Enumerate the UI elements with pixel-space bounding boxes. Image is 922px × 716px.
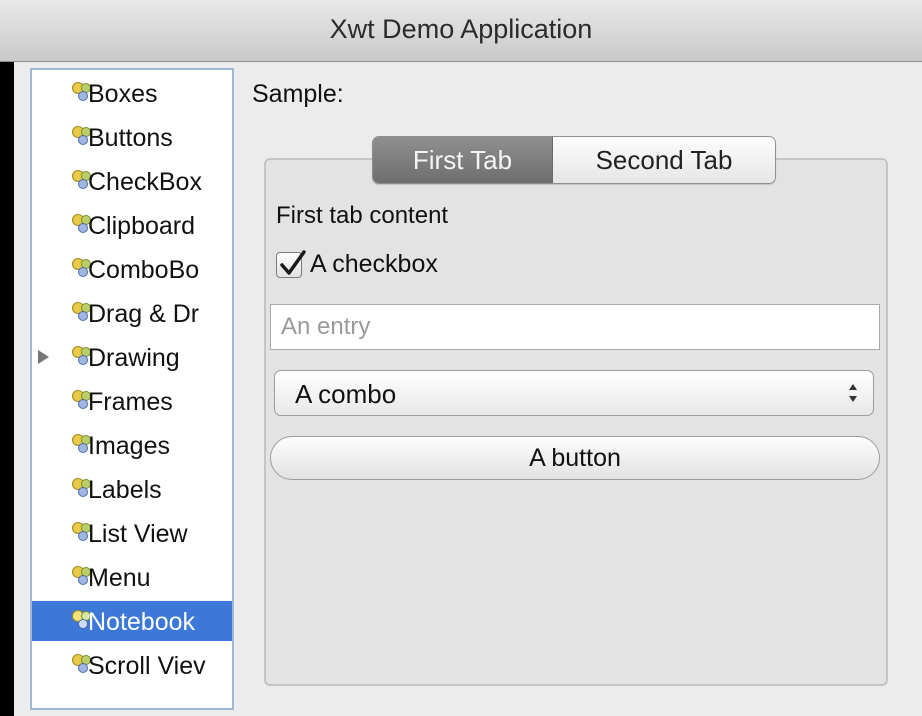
tab-content-label: First tab content — [276, 202, 449, 229]
combo-box[interactable]: A combo — [274, 370, 874, 416]
sidebar-item-label: Frames — [88, 388, 173, 416]
sidebar-item[interactable]: ComboBo — [32, 249, 232, 289]
checkmark-icon — [280, 249, 306, 275]
title-bar[interactable]: Xwt Demo Application — [0, 0, 922, 62]
checkbox[interactable] — [276, 249, 306, 278]
notebook-tabs: First Tab Second Tab — [372, 136, 776, 184]
sidebar-item[interactable]: Buttons — [32, 117, 232, 157]
sidebar-item-label: Notebook — [88, 608, 196, 636]
window-title: Xwt Demo Application — [329, 14, 593, 44]
sidebar-item[interactable]: CheckBox — [32, 161, 232, 201]
sidebar-item-label: Buttons — [88, 124, 173, 152]
sidebar-item-label: Drawing — [88, 344, 180, 372]
sidebar-item[interactable]: Labels — [32, 469, 232, 509]
sidebar-item-label: Images — [88, 432, 170, 460]
entry-field[interactable] — [270, 304, 880, 350]
sidebar-item-label: ComboBo — [88, 256, 200, 284]
up-down-arrows-icon — [849, 384, 857, 402]
sidebar-item[interactable]: Drag & Dr — [32, 293, 232, 333]
sidebar-item[interactable]: List View — [32, 513, 232, 553]
tab-first[interactable]: First Tab — [373, 137, 553, 183]
sidebar-item[interactable]: Drawing — [32, 337, 232, 377]
sidebar-item-label: Boxes — [88, 80, 158, 108]
sidebar-item[interactable]: Images — [32, 425, 232, 465]
sidebar-item[interactable]: Notebook — [32, 601, 232, 641]
combo-value: A combo — [295, 379, 397, 409]
sidebar-item-label: Menu — [88, 564, 151, 592]
disclosure-triangle-icon[interactable] — [38, 350, 49, 364]
sidebar-item-label: List View — [88, 520, 188, 548]
sample-label: Sample: — [252, 80, 344, 108]
checkbox-row[interactable]: A checkbox — [276, 249, 438, 279]
sidebar-item[interactable]: Frames — [32, 381, 232, 421]
sidebar-item-label: Labels — [88, 476, 162, 504]
a-button[interactable]: A button — [270, 436, 880, 480]
sidebar-item[interactable]: Menu — [32, 557, 232, 597]
checkbox-label: A checkbox — [310, 250, 438, 278]
tab-second[interactable]: Second Tab — [553, 137, 775, 183]
sidebar-item[interactable]: Clipboard — [32, 205, 232, 245]
notebook-panel — [264, 158, 888, 686]
sample-tree[interactable]: Boxes Buttons CheckBox Clipboard ComboBo Drag… — [30, 68, 234, 710]
sidebar-item-label: Clipboard — [88, 212, 196, 240]
sidebar-item-label: Drag & Dr — [88, 300, 200, 328]
sidebar-item-label: CheckBox — [88, 168, 202, 196]
app-window: Xwt Demo Application Boxes Buttons CheckBo… — [0, 0, 922, 716]
sidebar-item[interactable]: Boxes — [32, 73, 232, 113]
sidebar-item-label: Scroll Viev — [88, 652, 206, 680]
sidebar-item[interactable]: Scroll Viev — [32, 645, 232, 685]
window-content: Boxes Buttons CheckBox Clipboard ComboBo Drag… — [14, 62, 922, 716]
